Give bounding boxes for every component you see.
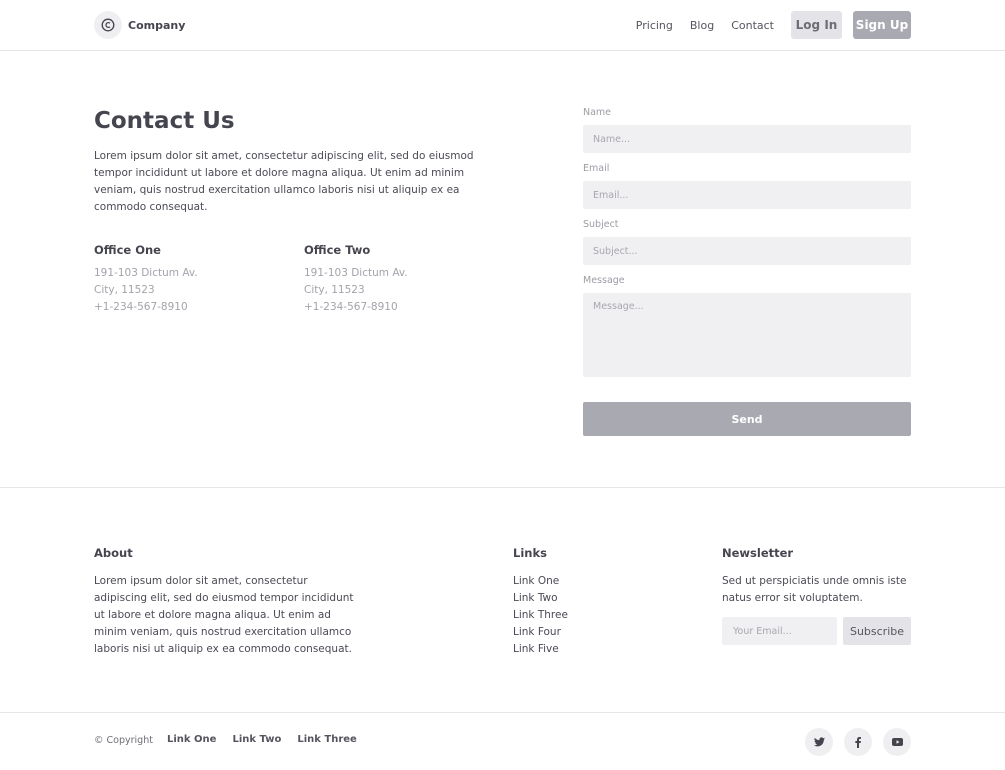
message-field[interactable] <box>583 293 911 377</box>
bottom-bar-divider <box>0 712 1005 713</box>
send-button[interactable]: Send <box>583 402 911 436</box>
name-label: Name <box>583 107 612 118</box>
subject-label: Subject <box>583 219 619 230</box>
youtube-icon[interactable] <box>883 728 911 756</box>
page-title: Contact Us <box>94 108 235 134</box>
office-phone: +1-234-567-8910 <box>94 301 188 313</box>
bottom-links: Link One Link Two Link Three <box>167 734 373 745</box>
nav-contact[interactable]: Contact <box>731 19 774 32</box>
site-header: Company Pricing Blog Contact Log In Sign… <box>0 0 1005 51</box>
newsletter-text: Sed ut perspiciatis unde omnis iste natu… <box>722 575 907 604</box>
contact-description: Lorem ipsum dolor sit amet, consectetur … <box>94 150 474 213</box>
links-title: Links <box>513 546 547 560</box>
office-phone: +1-234-567-8910 <box>304 301 398 313</box>
office-address: 191-103 Dictum Av. <box>94 267 198 279</box>
office-title: Office One <box>94 243 161 257</box>
main-nav: Pricing Blog Contact Log In Sign Up <box>636 11 911 39</box>
copyright-c-icon <box>94 11 122 39</box>
message-label: Message <box>583 275 625 286</box>
subject-field[interactable] <box>583 237 911 265</box>
office-address: 191-103 Dictum Av. <box>304 267 408 279</box>
office-two: Office Two 191-103 Dictum Av. City, 1152… <box>304 243 484 316</box>
facebook-icon[interactable] <box>844 728 872 756</box>
bottom-link[interactable]: Link Two <box>232 734 281 745</box>
page: Company Pricing Blog Contact Log In Sign… <box>0 0 1005 770</box>
footer-link[interactable]: Link Five <box>513 641 568 658</box>
contact-form: Name Email Subject Message Send <box>583 107 911 436</box>
about-title: About <box>94 546 133 560</box>
twitter-icon[interactable] <box>805 728 833 756</box>
footer-link[interactable]: Link One <box>513 573 568 590</box>
footer-link[interactable]: Link Four <box>513 624 568 641</box>
name-field[interactable] <box>583 125 911 153</box>
office-one: Office One 191-103 Dictum Av. City, 1152… <box>94 243 274 316</box>
about-text: Lorem ipsum dolor sit amet, consectetur … <box>94 575 354 655</box>
signup-button[interactable]: Sign Up <box>853 11 911 39</box>
newsletter-email-input[interactable] <box>722 617 837 645</box>
bottom-link[interactable]: Link One <box>167 734 216 745</box>
footer-link[interactable]: Link Three <box>513 607 568 624</box>
bottom-link[interactable]: Link Three <box>297 734 357 745</box>
office-city: City, 11523 <box>94 284 155 296</box>
login-button[interactable]: Log In <box>791 11 842 39</box>
nav-blog[interactable]: Blog <box>690 19 714 32</box>
company-name: Company <box>128 18 186 32</box>
newsletter-title: Newsletter <box>722 546 794 560</box>
logo[interactable]: Company <box>94 11 185 39</box>
office-city: City, 11523 <box>304 284 365 296</box>
nav-pricing[interactable]: Pricing <box>636 19 673 32</box>
email-field[interactable] <box>583 181 911 209</box>
office-title: Office Two <box>304 243 371 257</box>
copyright-text: © Copyright <box>94 735 153 746</box>
email-label: Email <box>583 163 610 174</box>
footer-links: Link One Link Two Link Three Link Four L… <box>513 573 568 658</box>
subscribe-button[interactable]: Subscribe <box>843 617 911 645</box>
footer-link[interactable]: Link Two <box>513 590 568 607</box>
footer-divider <box>0 487 1005 488</box>
